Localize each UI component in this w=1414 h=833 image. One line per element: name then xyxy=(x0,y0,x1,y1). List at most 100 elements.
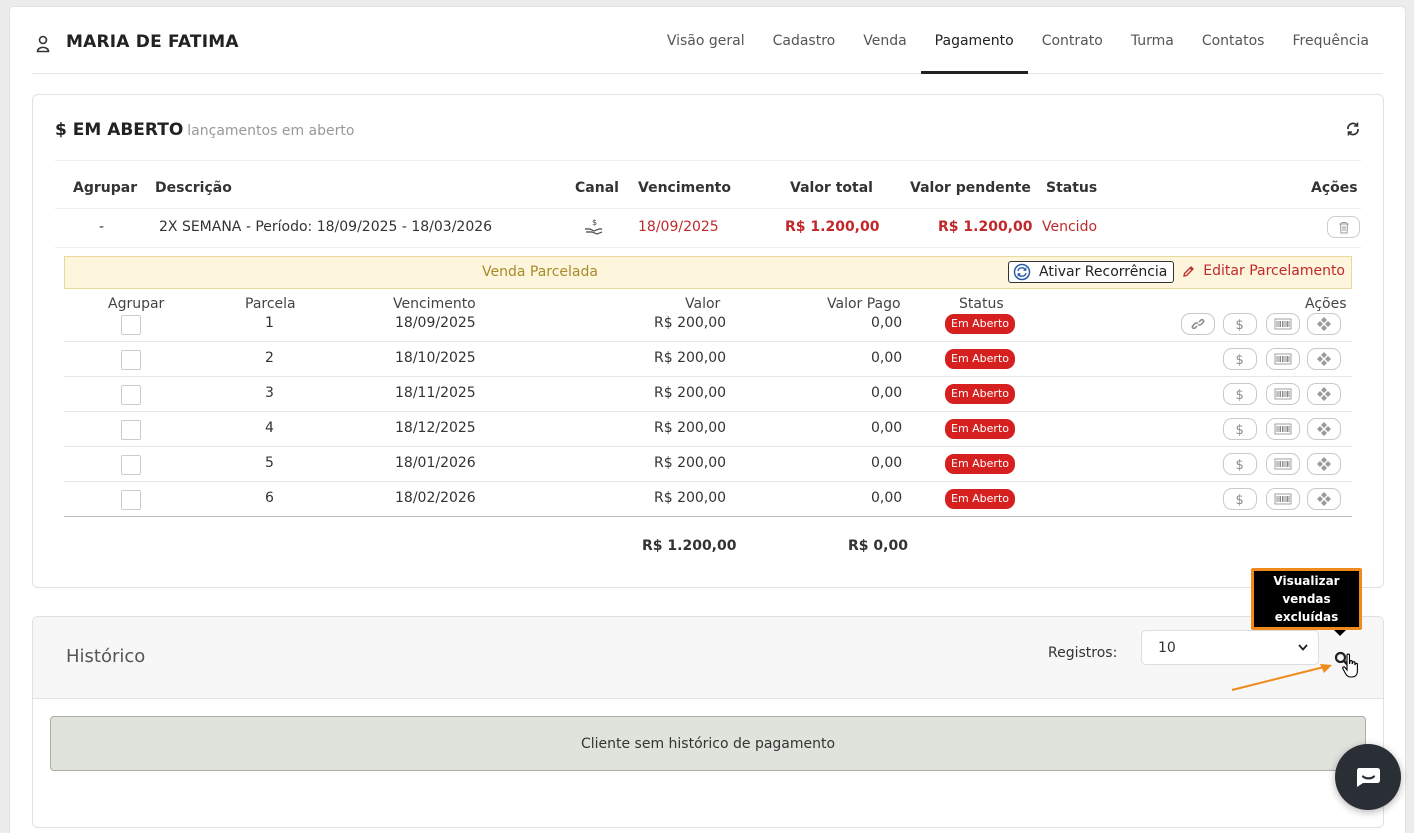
edit-installment-button[interactable]: Editar Parcelamento xyxy=(1182,263,1345,279)
barcode-icon xyxy=(1274,388,1292,400)
svg-text:$: $ xyxy=(1236,493,1244,506)
status-badge: Em Aberto xyxy=(945,314,1016,334)
cell-vencimento: 18/02/2026 xyxy=(395,490,476,506)
pay-button[interactable]: $ xyxy=(1223,453,1257,475)
history-card: Histórico Registros: 10 Cliente sem hist… xyxy=(32,616,1384,828)
svg-text:$: $ xyxy=(1236,458,1244,471)
tab-visao-geral[interactable]: Visão geral xyxy=(653,7,759,74)
cell-vencimento: 18/11/2025 xyxy=(395,385,476,401)
recurrence-label: Ativar Recorrência xyxy=(1039,264,1168,280)
svg-text:$: $ xyxy=(592,218,597,227)
pix-button[interactable] xyxy=(1307,418,1341,440)
pay-button[interactable]: $ xyxy=(1223,488,1257,510)
boleto-button[interactable] xyxy=(1266,383,1300,405)
row-checkbox[interactable] xyxy=(121,420,141,440)
pix-button[interactable] xyxy=(1307,348,1341,370)
row-checkbox[interactable] xyxy=(121,315,141,335)
cell-parcela: 3 xyxy=(265,385,274,401)
total-valor: R$ 1.200,00 xyxy=(642,538,737,554)
cell-status: Vencido xyxy=(1042,219,1098,235)
tab-pagamento[interactable]: Pagamento xyxy=(920,7,1028,74)
divider xyxy=(55,160,1361,161)
cell-parcela: 1 xyxy=(265,315,274,331)
tab-cadastro[interactable]: Cadastro xyxy=(759,7,850,74)
pay-button[interactable]: $ xyxy=(1223,383,1257,405)
table-row: 3 18/11/2025 R$ 200,00 0,00 Em Aberto $ xyxy=(64,377,1352,412)
cell-parcela: 2 xyxy=(265,350,274,366)
cell-valor-pendente: R$ 1.200,00 xyxy=(938,219,1033,235)
pay-button[interactable]: $ xyxy=(1223,348,1257,370)
table-row: 2 18/10/2025 R$ 200,00 0,00 Em Aberto $ xyxy=(64,342,1352,377)
cell-valor: R$ 200,00 xyxy=(654,490,727,506)
hand-money-icon: $ xyxy=(585,218,603,235)
pix-button[interactable] xyxy=(1307,453,1341,475)
tab-bar: Visão geral Cadastro Venda Pagamento Con… xyxy=(653,7,1383,74)
pay-button[interactable]: $ xyxy=(1223,313,1257,335)
cell-parcela: 6 xyxy=(265,490,274,506)
table-row: 4 18/12/2025 R$ 200,00 0,00 Em Aberto $ xyxy=(64,412,1352,447)
open-title-text: $ EM ABERTO xyxy=(55,120,184,140)
pix-button[interactable] xyxy=(1307,313,1341,335)
cell-valor-pago: 0,00 xyxy=(871,455,903,471)
svg-text:$: $ xyxy=(1236,423,1244,436)
pix-icon xyxy=(1317,422,1331,436)
cell-valor: R$ 200,00 xyxy=(654,385,727,401)
row-checkbox[interactable] xyxy=(121,455,141,475)
barcode-icon xyxy=(1274,423,1292,435)
table-row: 1 18/09/2025 R$ 200,00 0,00 Em Aberto $ xyxy=(64,307,1352,342)
boleto-button[interactable] xyxy=(1266,313,1300,335)
chat-button[interactable] xyxy=(1335,744,1401,810)
pix-button[interactable] xyxy=(1307,488,1341,510)
link-icon xyxy=(1191,319,1205,329)
registros-value: 10 xyxy=(1158,639,1176,656)
tab-contatos[interactable]: Contatos xyxy=(1188,7,1279,74)
cell-valor: R$ 200,00 xyxy=(654,350,727,366)
pencil-icon xyxy=(1183,265,1195,277)
user-icon xyxy=(36,35,50,53)
barcode-icon xyxy=(1274,318,1292,330)
chevron-down-icon xyxy=(1298,644,1308,651)
col-agrupar: Agrupar xyxy=(73,180,138,196)
activate-recurrence-button[interactable]: Ativar Recorrência xyxy=(1008,261,1175,283)
status-badge: Em Aberto xyxy=(945,489,1016,509)
tab-venda[interactable]: Venda xyxy=(849,7,920,74)
dollar-icon: $ xyxy=(1236,318,1244,331)
boleto-button[interactable] xyxy=(1266,418,1300,440)
boleto-button[interactable] xyxy=(1266,348,1300,370)
registros-label: Registros: xyxy=(1048,645,1118,661)
link-button[interactable] xyxy=(1181,313,1215,335)
cell-valor-total: R$ 1.200,00 xyxy=(785,219,880,235)
dollar-icon: $ xyxy=(1236,493,1244,506)
open-entries-title: $ EM ABERTO lançamentos em aberto xyxy=(55,120,354,140)
status-badge: Em Aberto xyxy=(945,384,1016,404)
row-checkbox[interactable] xyxy=(121,385,141,405)
barcode-icon xyxy=(1274,493,1292,505)
pix-icon xyxy=(1317,457,1331,471)
tab-turma[interactable]: Turma xyxy=(1117,7,1188,74)
refresh-icon[interactable] xyxy=(1345,121,1361,137)
cell-valor: R$ 200,00 xyxy=(654,315,727,331)
delete-button[interactable] xyxy=(1327,216,1360,238)
tab-frequencia[interactable]: Frequência xyxy=(1278,7,1383,74)
cell-descricao: 2X SEMANA - Período: 18/09/2025 - 18/03/… xyxy=(159,219,493,235)
row-checkbox[interactable] xyxy=(121,490,141,510)
col-status: Status xyxy=(1046,180,1098,196)
tab-contrato[interactable]: Contrato xyxy=(1028,7,1117,74)
boleto-button[interactable] xyxy=(1266,488,1300,510)
cell-vencimento: 18/09/2025 xyxy=(395,315,476,331)
status-badge: Em Aberto xyxy=(945,454,1016,474)
cell-valor-pago: 0,00 xyxy=(871,350,903,366)
dollar-icon: $ xyxy=(1236,423,1244,436)
cell-vencimento: 18/10/2025 xyxy=(395,350,476,366)
pay-button[interactable]: $ xyxy=(1223,418,1257,440)
empty-history-message: Cliente sem histórico de pagamento xyxy=(50,716,1366,771)
cell-agrupar: - xyxy=(99,219,105,235)
row-checkbox[interactable] xyxy=(121,350,141,370)
status-badge: Em Aberto xyxy=(945,349,1016,369)
boleto-button[interactable] xyxy=(1266,453,1300,475)
client-header: MARIA DE FATIMA Visão geral Cadastro Ven… xyxy=(32,7,1383,74)
status-badge: Em Aberto xyxy=(945,419,1016,439)
total-valor-pago: R$ 0,00 xyxy=(848,538,908,554)
cell-valor-pago: 0,00 xyxy=(871,315,903,331)
pix-button[interactable] xyxy=(1307,383,1341,405)
